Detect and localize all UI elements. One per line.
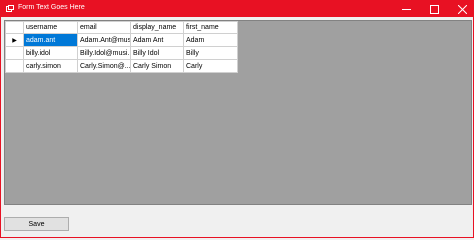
- corner-header[interactable]: [5, 21, 24, 34]
- app-icon: [6, 5, 14, 12]
- window-title: Form Text Goes Here: [18, 4, 85, 11]
- grid-cell[interactable]: Carly.Simon@...: [77, 59, 131, 73]
- title-bar[interactable]: Form Text Goes Here: [1, 1, 473, 17]
- table-row[interactable]: billy.idol Billy.Idol@musi... Billy Idol…: [5, 46, 238, 60]
- grid-table: username email display_name first_name ▶…: [5, 21, 238, 73]
- maximize-icon: [429, 4, 439, 14]
- grid-cell[interactable]: Adam.Ant@musi...: [77, 33, 131, 47]
- save-button[interactable]: Save: [4, 217, 69, 231]
- column-header-username[interactable]: username: [23, 21, 78, 34]
- maximize-button[interactable]: [420, 1, 448, 17]
- column-header-email[interactable]: email: [77, 21, 131, 34]
- grid-cell[interactable]: Billy.Idol@musi...: [77, 46, 131, 60]
- row-header[interactable]: [5, 59, 24, 73]
- grid-cell[interactable]: Adam Ant: [130, 33, 184, 47]
- minimize-button[interactable]: [392, 1, 420, 17]
- grid-cell[interactable]: Carly: [183, 59, 238, 73]
- table-row[interactable]: carly.simon Carly.Simon@... Carly Simon …: [5, 59, 238, 73]
- grid-cell[interactable]: Billy Idol: [130, 46, 184, 60]
- grid-header-row: username email display_name first_name: [5, 21, 238, 34]
- grid-cell[interactable]: Carly Simon: [130, 59, 184, 73]
- table-row[interactable]: ▶ adam.ant Adam.Ant@musi... Adam Ant Ada…: [5, 33, 238, 47]
- grid-cell[interactable]: billy.idol: [23, 46, 78, 60]
- minimize-icon: [401, 8, 411, 10]
- current-row-arrow-icon: ▶: [12, 37, 17, 44]
- row-header[interactable]: ▶: [5, 33, 24, 47]
- app-window: Form Text Goes Here username email displ…: [0, 0, 474, 238]
- grid-cell[interactable]: adam.ant: [23, 33, 78, 47]
- column-header-first-name[interactable]: first_name: [183, 21, 238, 34]
- grid-cell[interactable]: Adam: [183, 33, 238, 47]
- grid-cell[interactable]: Billy: [183, 46, 238, 60]
- data-grid[interactable]: username email display_name first_name ▶…: [4, 20, 472, 205]
- row-header[interactable]: [5, 46, 24, 60]
- grid-cell[interactable]: carly.simon: [23, 59, 78, 73]
- close-button[interactable]: [448, 1, 474, 17]
- close-icon: [457, 4, 467, 14]
- column-header-display-name[interactable]: display_name: [130, 21, 184, 34]
